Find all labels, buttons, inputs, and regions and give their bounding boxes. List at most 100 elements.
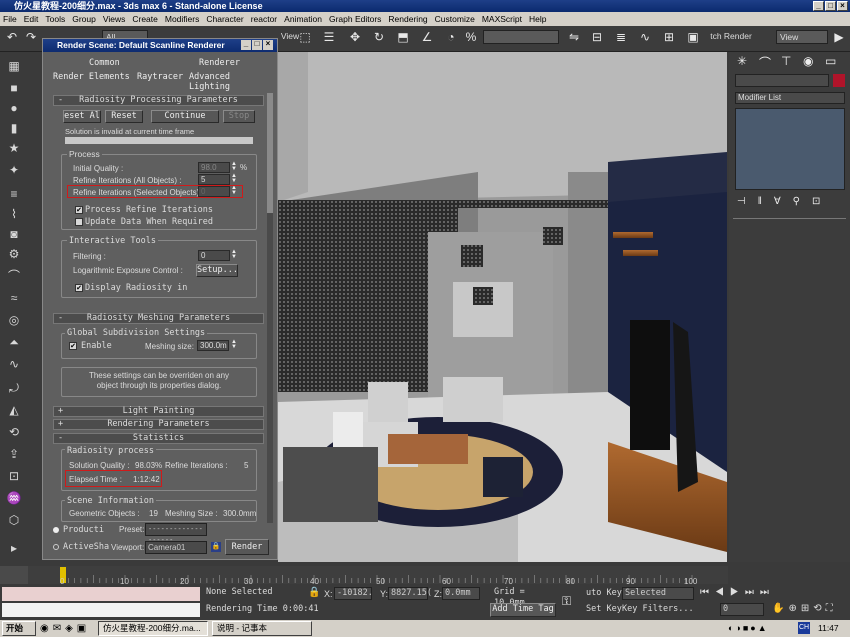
- start-button[interactable]: 开始: [2, 621, 36, 636]
- extrude-icon[interactable]: ⇪: [5, 446, 23, 462]
- quick-render-icon[interactable]: ▶: [830, 28, 848, 46]
- menu-customize[interactable]: Customize: [435, 14, 475, 24]
- activeshade-radio[interactable]: [53, 544, 59, 550]
- snap-icon[interactable]: ∠: [418, 28, 436, 46]
- add-time-tag-button[interactable]: Add Time Tag: [490, 603, 556, 617]
- twist-icon[interactable]: ⤾: [5, 380, 23, 396]
- refine-all-arrows[interactable]: ▲ ▼: [231, 173, 237, 185]
- dialog-minimize-button[interactable]: _: [241, 40, 251, 50]
- object-name-field[interactable]: [735, 74, 829, 87]
- noise-icon[interactable]: ∿: [5, 356, 23, 372]
- filtering-spinner[interactable]: 0: [198, 250, 230, 261]
- render-button[interactable]: Render: [225, 539, 269, 555]
- viewport-dropdown[interactable]: Camera01: [145, 541, 207, 554]
- rollout-light-painting[interactable]: + Light Painting: [53, 406, 264, 417]
- camera-viewport[interactable]: [278, 52, 727, 562]
- enable-meshing-checkbox[interactable]: ✔: [69, 342, 77, 350]
- viewport-lock-icon[interactable]: 🔒: [211, 542, 221, 552]
- create-tab-icon[interactable]: ✳: [737, 54, 755, 70]
- menu-file[interactable]: File: [3, 14, 17, 24]
- initial-quality-spinner[interactable]: 98.0: [198, 162, 230, 173]
- close-button[interactable]: ×: [837, 1, 848, 11]
- menu-create[interactable]: Create: [132, 14, 158, 24]
- percent-snap-icon[interactable]: %: [462, 28, 480, 46]
- scrollbar-thumb[interactable]: [267, 93, 273, 213]
- z-coord-field[interactable]: 0.0mm: [442, 587, 480, 600]
- bend-icon[interactable]: ⌒: [5, 268, 23, 284]
- rotate-icon[interactable]: ↻: [370, 28, 388, 46]
- taskbar-item-3dsmax[interactable]: 仿火星教程-200细分.ma...: [98, 621, 208, 636]
- menu-rendering[interactable]: Rendering: [388, 14, 427, 24]
- maximize-button[interactable]: □: [825, 1, 836, 11]
- menu-modifiers[interactable]: Modifiers: [165, 14, 199, 24]
- lathe-icon[interactable]: ⟲: [5, 424, 23, 440]
- taper-icon[interactable]: ⏶: [5, 334, 23, 350]
- menu-animation[interactable]: Animation: [284, 14, 322, 24]
- preset-dropdown[interactable]: -------------------: [145, 523, 207, 544]
- rollout-radiosity-processing[interactable]: - Radiosity Processing Parameters: [53, 95, 264, 106]
- angle-snap-icon[interactable]: ◔: [442, 28, 460, 46]
- render-scene-icon[interactable]: ▣: [684, 28, 702, 46]
- rollout-statistics[interactable]: - Statistics: [53, 433, 264, 444]
- taskbar-item-notepad[interactable]: 说明 - 记事本: [212, 621, 312, 636]
- curve-editor-icon[interactable]: ∿: [636, 28, 654, 46]
- menu-character[interactable]: Character: [206, 14, 243, 24]
- tab-renderer[interactable]: Renderer: [199, 58, 240, 68]
- menu-graph-editors[interactable]: Graph Editors: [329, 14, 381, 24]
- update-data-checkbox[interactable]: [75, 218, 83, 226]
- modifier-list-dropdown[interactable]: Modifier List: [735, 92, 845, 104]
- modify-tab-icon[interactable]: ⌒: [759, 54, 777, 70]
- schematic-view-icon[interactable]: ⊞: [660, 28, 678, 46]
- set-key-icon[interactable]: ⚿: [562, 594, 582, 608]
- menu-views[interactable]: Views: [103, 14, 126, 24]
- render-view-dropdown[interactable]: View: [776, 30, 828, 44]
- tab-raytracer[interactable]: Raytracer: [137, 72, 183, 82]
- scale-icon[interactable]: ⬒: [394, 28, 412, 46]
- display-radiosity-checkbox[interactable]: ✔: [75, 284, 83, 292]
- menu-reactor[interactable]: reactor: [251, 14, 277, 24]
- maxscript-listener-pink[interactable]: [2, 587, 200, 601]
- reset-all-button[interactable]: eset Al: [63, 110, 101, 123]
- menu-group[interactable]: Group: [72, 14, 96, 24]
- sphere-icon[interactable]: ●: [5, 100, 23, 116]
- view-label-1[interactable]: View: [276, 30, 304, 48]
- current-frame-field[interactable]: 0: [720, 603, 764, 616]
- wave-icon[interactable]: ≈: [5, 290, 23, 306]
- helper-icon[interactable]: ✦: [5, 162, 23, 178]
- process-refine-checkbox[interactable]: ✔: [75, 206, 83, 214]
- viewport-nav-controls[interactable]: ✋⊕⊞⟲⛶: [772, 603, 846, 617]
- lock-selection-icon[interactable]: 🔒: [308, 587, 320, 600]
- morph-icon[interactable]: ⬡: [5, 512, 23, 528]
- maxscript-listener-white[interactable]: [2, 603, 200, 617]
- production-radio[interactable]: [53, 527, 59, 533]
- filtering-arrows[interactable]: ▲ ▼: [231, 249, 237, 261]
- gear-icon[interactable]: ⚙: [5, 246, 23, 262]
- reset-button[interactable]: Reset: [105, 110, 143, 123]
- dialog-close-button[interactable]: ×: [263, 40, 273, 50]
- language-indicator[interactable]: CH: [798, 622, 810, 634]
- star-icon[interactable]: ★: [5, 140, 23, 156]
- menu-help[interactable]: Help: [529, 14, 546, 24]
- skin-icon[interactable]: ♒: [5, 490, 23, 506]
- quick-render-label[interactable]: tch Render: [706, 30, 756, 48]
- ripple-icon[interactable]: ◎: [5, 312, 23, 328]
- select-by-name-icon[interactable]: ☰: [320, 28, 338, 46]
- stack-controls[interactable]: ⊣‖∀⚲⊡: [737, 196, 847, 210]
- rollout-radiosity-meshing[interactable]: - Radiosity Meshing Parameters: [53, 313, 264, 324]
- set-key-button[interactable]: Set Key: [586, 604, 622, 614]
- more-icon[interactable]: ▸: [5, 540, 23, 556]
- refine-all-spinner[interactable]: 5: [198, 174, 230, 185]
- uvw-icon[interactable]: ⊡: [5, 468, 23, 484]
- dialog-maximize-button[interactable]: □: [252, 40, 262, 50]
- menu-edit[interactable]: Edit: [24, 14, 39, 24]
- initial-quality-arrows[interactable]: ▲ ▼: [231, 161, 237, 173]
- meshing-size-spinner[interactable]: 300.0m: [197, 340, 229, 351]
- key-filters-button[interactable]: Key Filters...: [622, 604, 694, 614]
- box-icon[interactable]: ■: [5, 80, 23, 96]
- tab-common[interactable]: Common: [89, 58, 120, 68]
- auto-key-button[interactable]: uto Key: [586, 588, 622, 598]
- menu-maxscript[interactable]: MAXScript: [482, 14, 522, 24]
- key-selection-dropdown[interactable]: Selected: [622, 587, 694, 600]
- cylinder-icon[interactable]: ▮: [5, 120, 23, 136]
- redo-icon[interactable]: ↷: [22, 28, 40, 46]
